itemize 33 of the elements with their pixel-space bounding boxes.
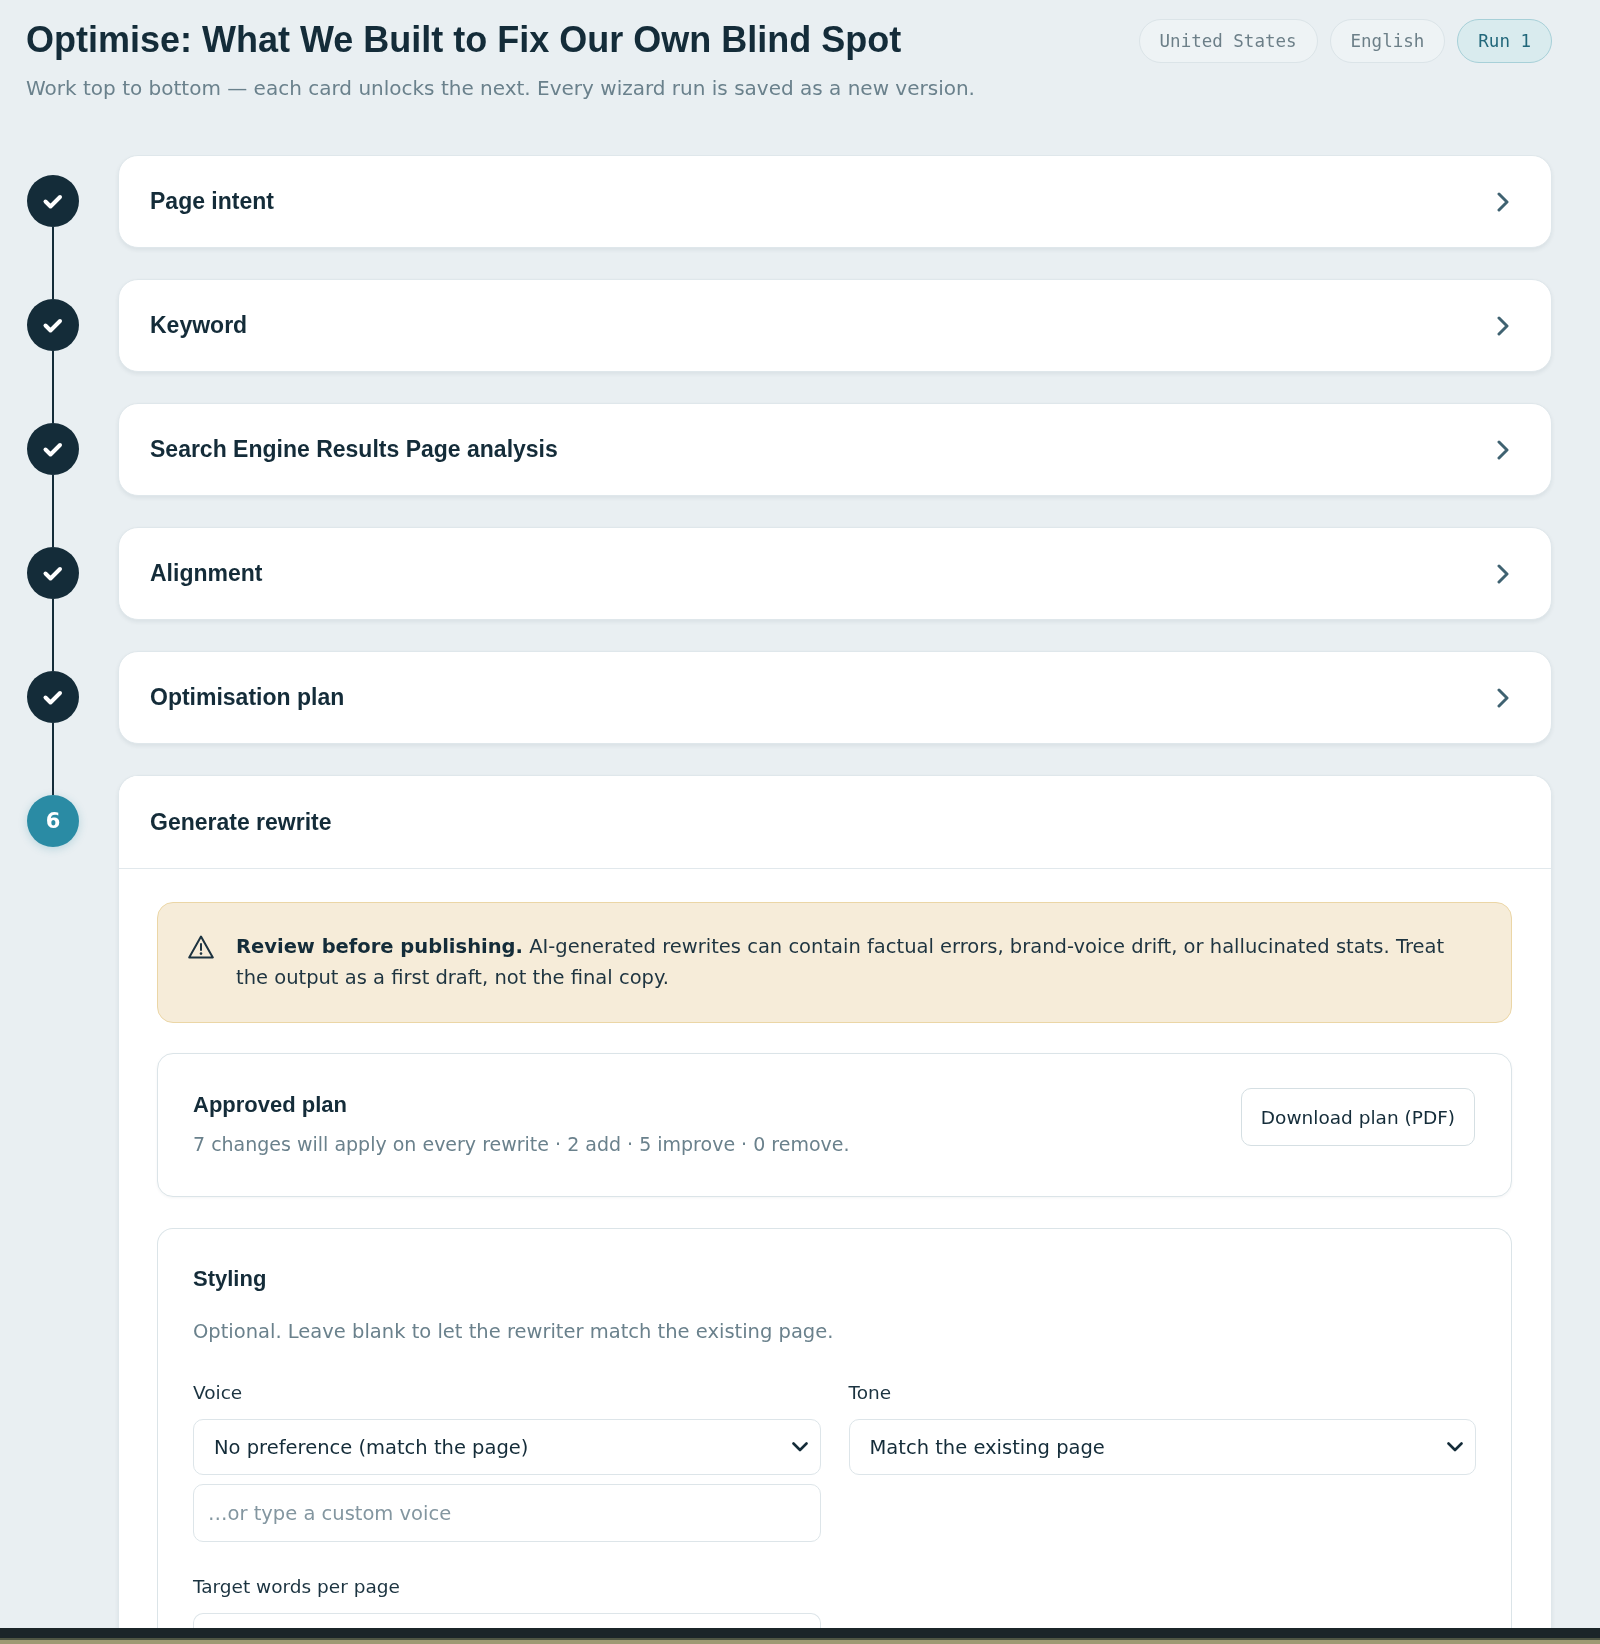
step-header[interactable]: Generate rewrite: [119, 776, 1551, 869]
tone-select[interactable]: Match the existing page: [848, 1419, 1476, 1475]
warning-icon: [188, 935, 214, 959]
chevron-right-icon: [1497, 687, 1509, 708]
page-subtitle: Work top to bottom — each card unlocks the next. Every wizard run is saved as a new version.: [26, 75, 975, 101]
field-label: Tone: [848, 1381, 892, 1405]
warning-text: Review before publishing. AI-generated rewrites can contain factual errors, brand-voice drift, or hallucinated stats. Treat the output as a first draft, not the final copy.: [236, 934, 1446, 991]
step-card[interactable]: Alignment: [118, 527, 1552, 620]
download-button[interactable]: Download plan (PDF): [1240, 1088, 1475, 1146]
chevron-right-icon: [1497, 315, 1509, 336]
custom-voice-input[interactable]: …or type a custom voice: [193, 1484, 821, 1542]
chevron-right-icon: [1497, 563, 1509, 584]
locale-chip: United States: [1138, 19, 1318, 63]
field-label: Target words per page: [193, 1575, 400, 1599]
run-chip: Run 1: [1457, 19, 1552, 63]
target-words-input[interactable]: [193, 1613, 821, 1628]
styling-title: Styling: [193, 1265, 267, 1293]
step-card[interactable]: Page intent: [118, 155, 1552, 248]
voice-select[interactable]: No preference (match the page): [193, 1419, 821, 1475]
caret-icon: [791, 1442, 808, 1452]
chevron-right-icon: [1497, 191, 1509, 212]
step-number: 6: [27, 795, 79, 847]
plan-title: Approved plan: [193, 1091, 348, 1119]
step-card[interactable]: Search Engine Results Page analysis: [118, 403, 1552, 496]
chevron-right-icon: [1497, 439, 1509, 460]
plan-summary: 7 changes will apply on every rewrite · 2 add · 5 improve · 0 remove.: [193, 1132, 850, 1157]
step-card[interactable]: Keyword: [118, 279, 1552, 372]
locale-chip: English: [1329, 19, 1446, 63]
step-card[interactable]: Optimisation plan: [118, 651, 1552, 744]
page-title: Optimise: What We Built to Fix Our Own Blind Spot: [26, 18, 903, 62]
caret-icon: [1447, 1442, 1463, 1452]
field-label: Voice: [193, 1381, 243, 1405]
styling-description: Optional. Leave blank to let the rewriter match the existing page.: [193, 1319, 834, 1345]
